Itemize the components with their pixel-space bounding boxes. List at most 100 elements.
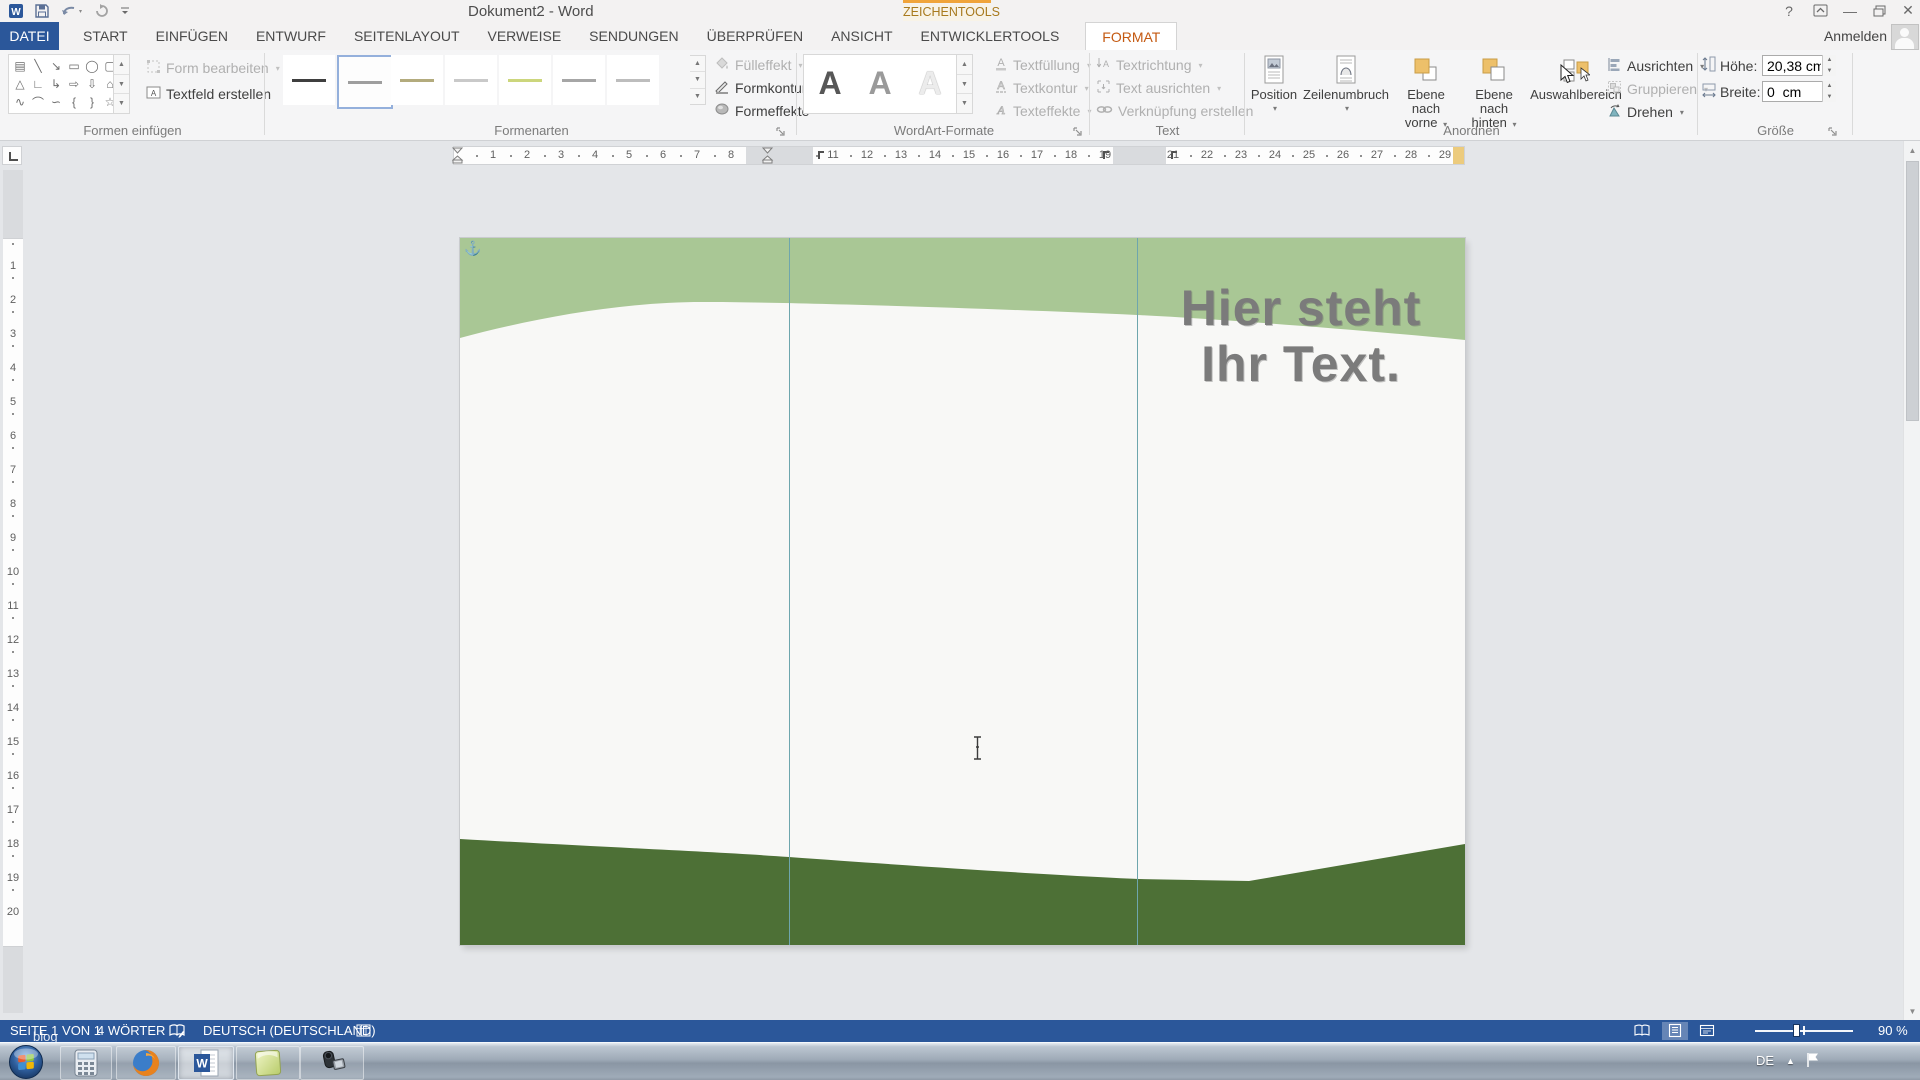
text-ausrichten-button[interactable]: Text ausrichten▾ <box>1096 78 1221 98</box>
wordart-dialog-launcher-icon[interactable] <box>1072 124 1084 136</box>
gallery-up-icon[interactable]: ▲ <box>957 55 972 75</box>
textkontur-button[interactable]: A Textkontur▾ <box>994 78 1089 98</box>
position-button[interactable]: Position ▾ <box>1249 54 1299 132</box>
gallery-up-icon[interactable]: ▲ <box>690 56 705 72</box>
zoom-slider-thumb[interactable] <box>1793 1024 1800 1037</box>
taskbar-screen-recorder-button[interactable] <box>300 1046 364 1080</box>
wordart-style-2[interactable]: A <box>855 56 905 110</box>
gallery-more-icon[interactable]: ▼ <box>114 94 129 113</box>
brochure-heading[interactable]: Hier steht Ihr Text. <box>1137 280 1465 392</box>
macro-record-icon[interactable] <box>356 1024 371 1040</box>
shape-style-swatch-5[interactable] <box>499 55 551 105</box>
taskbar-word-button[interactable]: W <box>178 1046 234 1080</box>
shape-style-swatch-2[interactable] <box>337 55 393 109</box>
height-spinner[interactable]: ▲▼ <box>1822 55 1836 76</box>
shape-line[interactable]: ╲ <box>29 57 47 75</box>
redo-icon[interactable] <box>94 3 110 19</box>
tab-verweise[interactable]: VERWEISE <box>474 22 576 50</box>
gallery-more-icon[interactable]: ▼ <box>957 94 972 113</box>
textfeld-erstellen-button[interactable]: A Textfeld erstellen <box>146 84 271 104</box>
tab-entwurf[interactable]: ENTWURF <box>242 22 340 50</box>
groesse-dialog-launcher-icon[interactable] <box>1827 124 1839 136</box>
shape-right-arrow[interactable]: ⇨ <box>65 75 83 93</box>
tab-start[interactable]: START <box>69 22 142 50</box>
wordart-style-1[interactable]: A <box>805 56 855 110</box>
close-button[interactable]: ✕ <box>1896 1 1920 20</box>
gallery-down-icon[interactable]: ▼ <box>957 75 972 95</box>
zoom-level[interactable]: 90 % <box>1878 1023 1908 1038</box>
shape-oval[interactable]: ◯ <box>83 57 101 75</box>
drehen-button[interactable]: Drehen▾ <box>1607 102 1684 122</box>
gruppieren-button[interactable]: Gruppieren▾ <box>1607 79 1708 99</box>
word-count[interactable]: 4 WÖRTER <box>97 1023 165 1038</box>
shape-arrow[interactable]: ↘ <box>47 57 65 75</box>
shape-elbow-connector[interactable]: ↳ <box>47 75 65 93</box>
save-icon[interactable] <box>34 3 50 19</box>
shape-down-arrow[interactable]: ⇩ <box>83 75 101 93</box>
indent-markers-icon[interactable] <box>762 147 774 169</box>
indent-markers-icon[interactable] <box>452 147 464 169</box>
shape-textbox[interactable]: ▤ <box>11 57 29 75</box>
vertical-ruler[interactable]: 1234567891011121314151617181920 <box>3 170 23 1013</box>
shape-style-swatch-6[interactable] <box>553 55 605 105</box>
texteffekte-button[interactable]: A Texteffekte▾ <box>994 101 1091 121</box>
print-layout-icon[interactable] <box>1667 1023 1683 1041</box>
taskbar-calculator-button[interactable] <box>60 1046 112 1080</box>
tab-seitenlayout[interactable]: SEITENLAYOUT <box>340 22 474 50</box>
customize-quick-access-icon[interactable] <box>120 4 130 18</box>
avatar[interactable] <box>1891 24 1919 50</box>
tab-sendungen[interactable]: SENDUNGEN <box>575 22 692 50</box>
ausrichten-button[interactable]: Ausrichten▾ <box>1607 56 1704 76</box>
shape-left-brace[interactable]: { <box>65 93 83 111</box>
shape-right-brace[interactable]: } <box>83 93 101 111</box>
shape-style-swatch-7[interactable] <box>607 55 659 105</box>
tray-hidden-icons-icon[interactable]: ▲ <box>1786 1056 1795 1080</box>
tab-datei[interactable]: DATEI <box>0 22 59 50</box>
tab-einfuegen[interactable]: EINFÜGEN <box>142 22 242 50</box>
horizontal-ruler[interactable]: 1234567811121314151617181921222324252627… <box>453 146 1465 165</box>
help-button[interactable]: ? <box>1778 1 1800 20</box>
tray-language-indicator[interactable]: DE <box>1756 1053 1774 1080</box>
ruler-right-margin-marker[interactable] <box>1453 147 1464 164</box>
gallery-down-icon[interactable]: ▼ <box>114 75 129 95</box>
wordart-style-3[interactable]: A <box>905 56 955 110</box>
ribbon-display-options-button[interactable] <box>1808 1 1832 20</box>
ebene-nach-vorne-button[interactable]: Ebene nach vorne ▾ <box>1393 54 1459 132</box>
gallery-up-icon[interactable]: ▲ <box>114 55 129 75</box>
document-page[interactable]: ⚓ Hier steht Ihr Text. <box>460 238 1465 945</box>
tab-format-active[interactable]: FORMAT <box>1085 22 1177 50</box>
start-button[interactable] <box>8 1044 44 1080</box>
shape-rectangle[interactable]: ▭ <box>65 57 83 75</box>
shape-scribble[interactable]: ∿ <box>11 93 29 111</box>
shape-triangle[interactable]: △ <box>11 75 29 93</box>
scroll-up-icon[interactable]: ▲ <box>1905 142 1920 158</box>
taskbar-image-viewer-button[interactable] <box>236 1046 300 1080</box>
tab-ansicht[interactable]: ANSICHT <box>817 22 906 50</box>
read-mode-icon[interactable] <box>1633 1023 1651 1041</box>
shape-style-swatch-3[interactable] <box>391 55 443 105</box>
word-logo-icon[interactable]: W <box>8 3 24 19</box>
shape-arc[interactable]: ⌒ <box>29 93 47 111</box>
form-bearbeiten-button[interactable]: Form bearbeiten▾ <box>146 58 280 78</box>
sign-in-link[interactable]: Anmelden <box>1824 28 1887 44</box>
gallery-more-icon[interactable]: ▼ <box>690 89 705 104</box>
tab-stop-selector[interactable] <box>2 146 22 165</box>
width-spinner[interactable]: ▲▼ <box>1822 81 1836 102</box>
restore-button[interactable] <box>1866 1 1892 20</box>
shape-style-swatch-1[interactable] <box>283 55 335 105</box>
scroll-down-icon[interactable]: ▼ <box>1905 1003 1920 1019</box>
textrichtung-button[interactable]: A Textrichtung▾ <box>1096 55 1203 75</box>
verknuepfung-erstellen-button[interactable]: Verknüpfung erstellen <box>1096 101 1253 121</box>
shape-curve[interactable]: ∽ <box>47 93 65 111</box>
ebene-nach-hinten-button[interactable]: Ebene nach hinten ▾ <box>1461 54 1527 132</box>
vertical-scrollbar[interactable]: ▲ ▼ <box>1903 141 1920 1020</box>
textfuellung-button[interactable]: A Textfüllung▾ <box>994 55 1091 75</box>
formenarten-dialog-launcher-icon[interactable] <box>775 124 787 136</box>
bottom-green-band[interactable] <box>460 839 1465 945</box>
taskbar-firefox-button[interactable] <box>116 1046 176 1080</box>
zeilenumbruch-button[interactable]: Zeilenumbruch ▾ <box>1301 54 1391 132</box>
scrollbar-thumb[interactable] <box>1906 161 1919 421</box>
tray-action-center-flag-icon[interactable] <box>1805 1051 1821 1080</box>
language-indicator[interactable]: DEUTSCH (DEUTSCHLAND) <box>203 1023 376 1038</box>
web-layout-icon[interactable] <box>1699 1023 1715 1041</box>
